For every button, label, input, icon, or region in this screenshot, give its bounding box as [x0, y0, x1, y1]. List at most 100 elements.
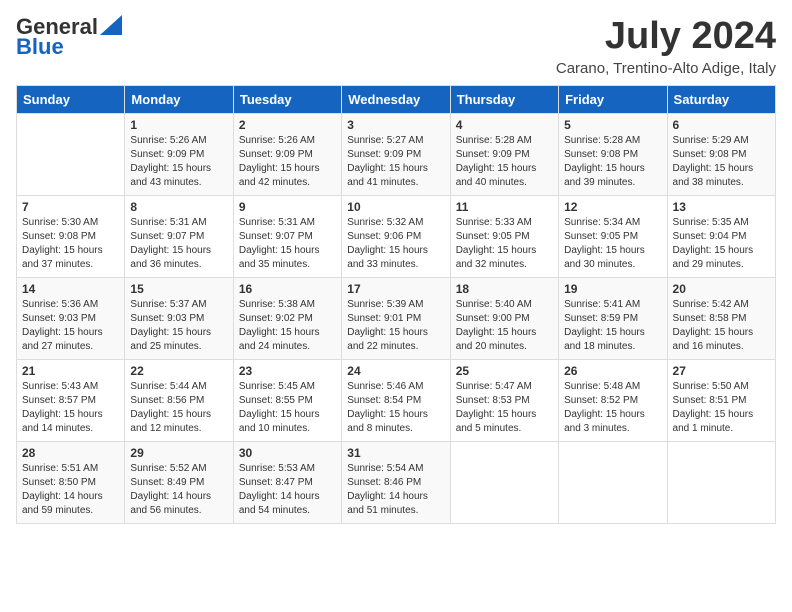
day-number: 24: [347, 364, 444, 378]
day-number: 28: [22, 446, 119, 460]
day-number: 29: [130, 446, 227, 460]
cell-sun-info: Sunrise: 5:37 AM Sunset: 9:03 PM Dayligh…: [130, 298, 227, 354]
day-number: 20: [673, 282, 770, 296]
calendar-table: SundayMondayTuesdayWednesdayThursdayFrid…: [16, 85, 776, 524]
day-number: 14: [22, 282, 119, 296]
day-number: 1: [130, 118, 227, 132]
page-header: General Blue July 2024 Carano, Trentino-…: [16, 16, 776, 77]
cell-sun-info: Sunrise: 5:50 AM Sunset: 8:51 PM Dayligh…: [673, 380, 770, 436]
cell-sun-info: Sunrise: 5:34 AM Sunset: 9:05 PM Dayligh…: [564, 216, 661, 272]
cell-sun-info: Sunrise: 5:28 AM Sunset: 9:09 PM Dayligh…: [456, 134, 553, 190]
calendar-cell: 21Sunrise: 5:43 AM Sunset: 8:57 PM Dayli…: [17, 359, 125, 441]
cell-sun-info: Sunrise: 5:35 AM Sunset: 9:04 PM Dayligh…: [673, 216, 770, 272]
calendar-cell: 18Sunrise: 5:40 AM Sunset: 9:00 PM Dayli…: [450, 277, 558, 359]
calendar-week-row: 28 Sunrise: 5:51 AM Sunset: 8:50 PM Dayli…: [17, 441, 776, 523]
calendar-cell: 17 Sunrise: 5:39 AM Sunset: 9:01 PM Dayli…: [342, 277, 450, 359]
calendar-cell: 27 Sunrise: 5:50 AM Sunset: 8:51 PM Dayli…: [667, 359, 775, 441]
day-number: 6: [673, 118, 770, 132]
day-number: 19: [564, 282, 661, 296]
cell-sun-info: Sunrise: 5:26 AM Sunset: 9:09 PM Dayligh…: [130, 134, 227, 190]
calendar-cell: 9Sunrise: 5:31 AM Sunset: 9:07 PM Daylig…: [233, 195, 341, 277]
cell-sun-info: Sunrise: 5:54 AM Sunset: 8:46 PM Dayligh…: [347, 462, 444, 518]
logo: General Blue: [16, 16, 122, 58]
day-number: 16: [239, 282, 336, 296]
cell-sun-info: Sunrise: 5:26 AM Sunset: 9:09 PM Dayligh…: [239, 134, 336, 190]
day-number: 15: [130, 282, 227, 296]
calendar-cell: 8Sunrise: 5:31 AM Sunset: 9:07 PM Daylig…: [125, 195, 233, 277]
cell-sun-info: Sunrise: 5:32 AM Sunset: 9:06 PM Dayligh…: [347, 216, 444, 272]
calendar-cell: 14Sunrise: 5:36 AM Sunset: 9:03 PM Dayli…: [17, 277, 125, 359]
calendar-cell: 26Sunrise: 5:48 AM Sunset: 8:52 PM Dayli…: [559, 359, 667, 441]
calendar-cell: 20 Sunrise: 5:42 AM Sunset: 8:58 PM Dayli…: [667, 277, 775, 359]
cell-sun-info: Sunrise: 5:51 AM Sunset: 8:50 PM Dayligh…: [22, 462, 119, 518]
col-header-thursday: Thursday: [450, 85, 558, 113]
col-header-monday: Monday: [125, 85, 233, 113]
calendar-week-row: 1 Sunrise: 5:26 AM Sunset: 9:09 PM Daylig…: [17, 113, 776, 195]
cell-sun-info: Sunrise: 5:47 AM Sunset: 8:53 PM Dayligh…: [456, 380, 553, 436]
col-header-friday: Friday: [559, 85, 667, 113]
calendar-cell: 1 Sunrise: 5:26 AM Sunset: 9:09 PM Daylig…: [125, 113, 233, 195]
logo-triangle-icon: [100, 15, 122, 35]
calendar-cell: [559, 441, 667, 523]
day-number: 10: [347, 200, 444, 214]
calendar-cell: 30 Sunrise: 5:53 AM Sunset: 8:47 PM Dayli…: [233, 441, 341, 523]
day-number: 8: [130, 200, 227, 214]
day-number: 3: [347, 118, 444, 132]
cell-sun-info: Sunrise: 5:46 AM Sunset: 8:54 PM Dayligh…: [347, 380, 444, 436]
day-number: 27: [673, 364, 770, 378]
calendar-cell: 10 Sunrise: 5:32 AM Sunset: 9:06 PM Dayli…: [342, 195, 450, 277]
day-number: 21: [22, 364, 119, 378]
calendar-cell: 23Sunrise: 5:45 AM Sunset: 8:55 PM Dayli…: [233, 359, 341, 441]
col-header-sunday: Sunday: [17, 85, 125, 113]
day-number: 26: [564, 364, 661, 378]
calendar-cell: 12 Sunrise: 5:34 AM Sunset: 9:05 PM Dayli…: [559, 195, 667, 277]
day-number: 2: [239, 118, 336, 132]
col-header-saturday: Saturday: [667, 85, 775, 113]
calendar-cell: 25 Sunrise: 5:47 AM Sunset: 8:53 PM Dayli…: [450, 359, 558, 441]
day-number: 18: [456, 282, 553, 296]
calendar-cell: 4 Sunrise: 5:28 AM Sunset: 9:09 PM Daylig…: [450, 113, 558, 195]
calendar-cell: 7 Sunrise: 5:30 AM Sunset: 9:08 PM Daylig…: [17, 195, 125, 277]
calendar-cell: 31Sunrise: 5:54 AM Sunset: 8:46 PM Dayli…: [342, 441, 450, 523]
calendar-cell: 16Sunrise: 5:38 AM Sunset: 9:02 PM Dayli…: [233, 277, 341, 359]
calendar-week-row: 7 Sunrise: 5:30 AM Sunset: 9:08 PM Daylig…: [17, 195, 776, 277]
cell-sun-info: Sunrise: 5:52 AM Sunset: 8:49 PM Dayligh…: [130, 462, 227, 518]
cell-sun-info: Sunrise: 5:53 AM Sunset: 8:47 PM Dayligh…: [239, 462, 336, 518]
day-number: 25: [456, 364, 553, 378]
cell-sun-info: Sunrise: 5:33 AM Sunset: 9:05 PM Dayligh…: [456, 216, 553, 272]
day-number: 30: [239, 446, 336, 460]
cell-sun-info: Sunrise: 5:27 AM Sunset: 9:09 PM Dayligh…: [347, 134, 444, 190]
calendar-header-row: SundayMondayTuesdayWednesdayThursdayFrid…: [17, 85, 776, 113]
calendar-week-row: 14Sunrise: 5:36 AM Sunset: 9:03 PM Dayli…: [17, 277, 776, 359]
cell-sun-info: Sunrise: 5:30 AM Sunset: 9:08 PM Dayligh…: [22, 216, 119, 272]
day-number: 22: [130, 364, 227, 378]
calendar-week-row: 21Sunrise: 5:43 AM Sunset: 8:57 PM Dayli…: [17, 359, 776, 441]
calendar-cell: 6 Sunrise: 5:29 AM Sunset: 9:08 PM Daylig…: [667, 113, 775, 195]
calendar-cell: 29 Sunrise: 5:52 AM Sunset: 8:49 PM Dayli…: [125, 441, 233, 523]
calendar-cell: 22Sunrise: 5:44 AM Sunset: 8:56 PM Dayli…: [125, 359, 233, 441]
location-subtitle: Carano, Trentino-Alto Adige, Italy: [556, 60, 776, 77]
day-number: 17: [347, 282, 444, 296]
calendar-cell: 5 Sunrise: 5:28 AM Sunset: 9:08 PM Daylig…: [559, 113, 667, 195]
cell-sun-info: Sunrise: 5:39 AM Sunset: 9:01 PM Dayligh…: [347, 298, 444, 354]
title-block: July 2024 Carano, Trentino-Alto Adige, I…: [556, 16, 776, 77]
calendar-cell: 28 Sunrise: 5:51 AM Sunset: 8:50 PM Dayli…: [17, 441, 125, 523]
col-header-wednesday: Wednesday: [342, 85, 450, 113]
day-number: 23: [239, 364, 336, 378]
day-number: 4: [456, 118, 553, 132]
day-number: 12: [564, 200, 661, 214]
calendar-cell: 3 Sunrise: 5:27 AM Sunset: 9:09 PM Daylig…: [342, 113, 450, 195]
cell-sun-info: Sunrise: 5:28 AM Sunset: 9:08 PM Dayligh…: [564, 134, 661, 190]
cell-sun-info: Sunrise: 5:42 AM Sunset: 8:58 PM Dayligh…: [673, 298, 770, 354]
col-header-tuesday: Tuesday: [233, 85, 341, 113]
month-title: July 2024: [556, 16, 776, 58]
day-number: 7: [22, 200, 119, 214]
day-number: 13: [673, 200, 770, 214]
calendar-cell: 24 Sunrise: 5:46 AM Sunset: 8:54 PM Dayli…: [342, 359, 450, 441]
calendar-cell: 13 Sunrise: 5:35 AM Sunset: 9:04 PM Dayli…: [667, 195, 775, 277]
calendar-cell: 19Sunrise: 5:41 AM Sunset: 8:59 PM Dayli…: [559, 277, 667, 359]
calendar-cell: 11Sunrise: 5:33 AM Sunset: 9:05 PM Dayli…: [450, 195, 558, 277]
calendar-cell: [667, 441, 775, 523]
cell-sun-info: Sunrise: 5:29 AM Sunset: 9:08 PM Dayligh…: [673, 134, 770, 190]
day-number: 5: [564, 118, 661, 132]
